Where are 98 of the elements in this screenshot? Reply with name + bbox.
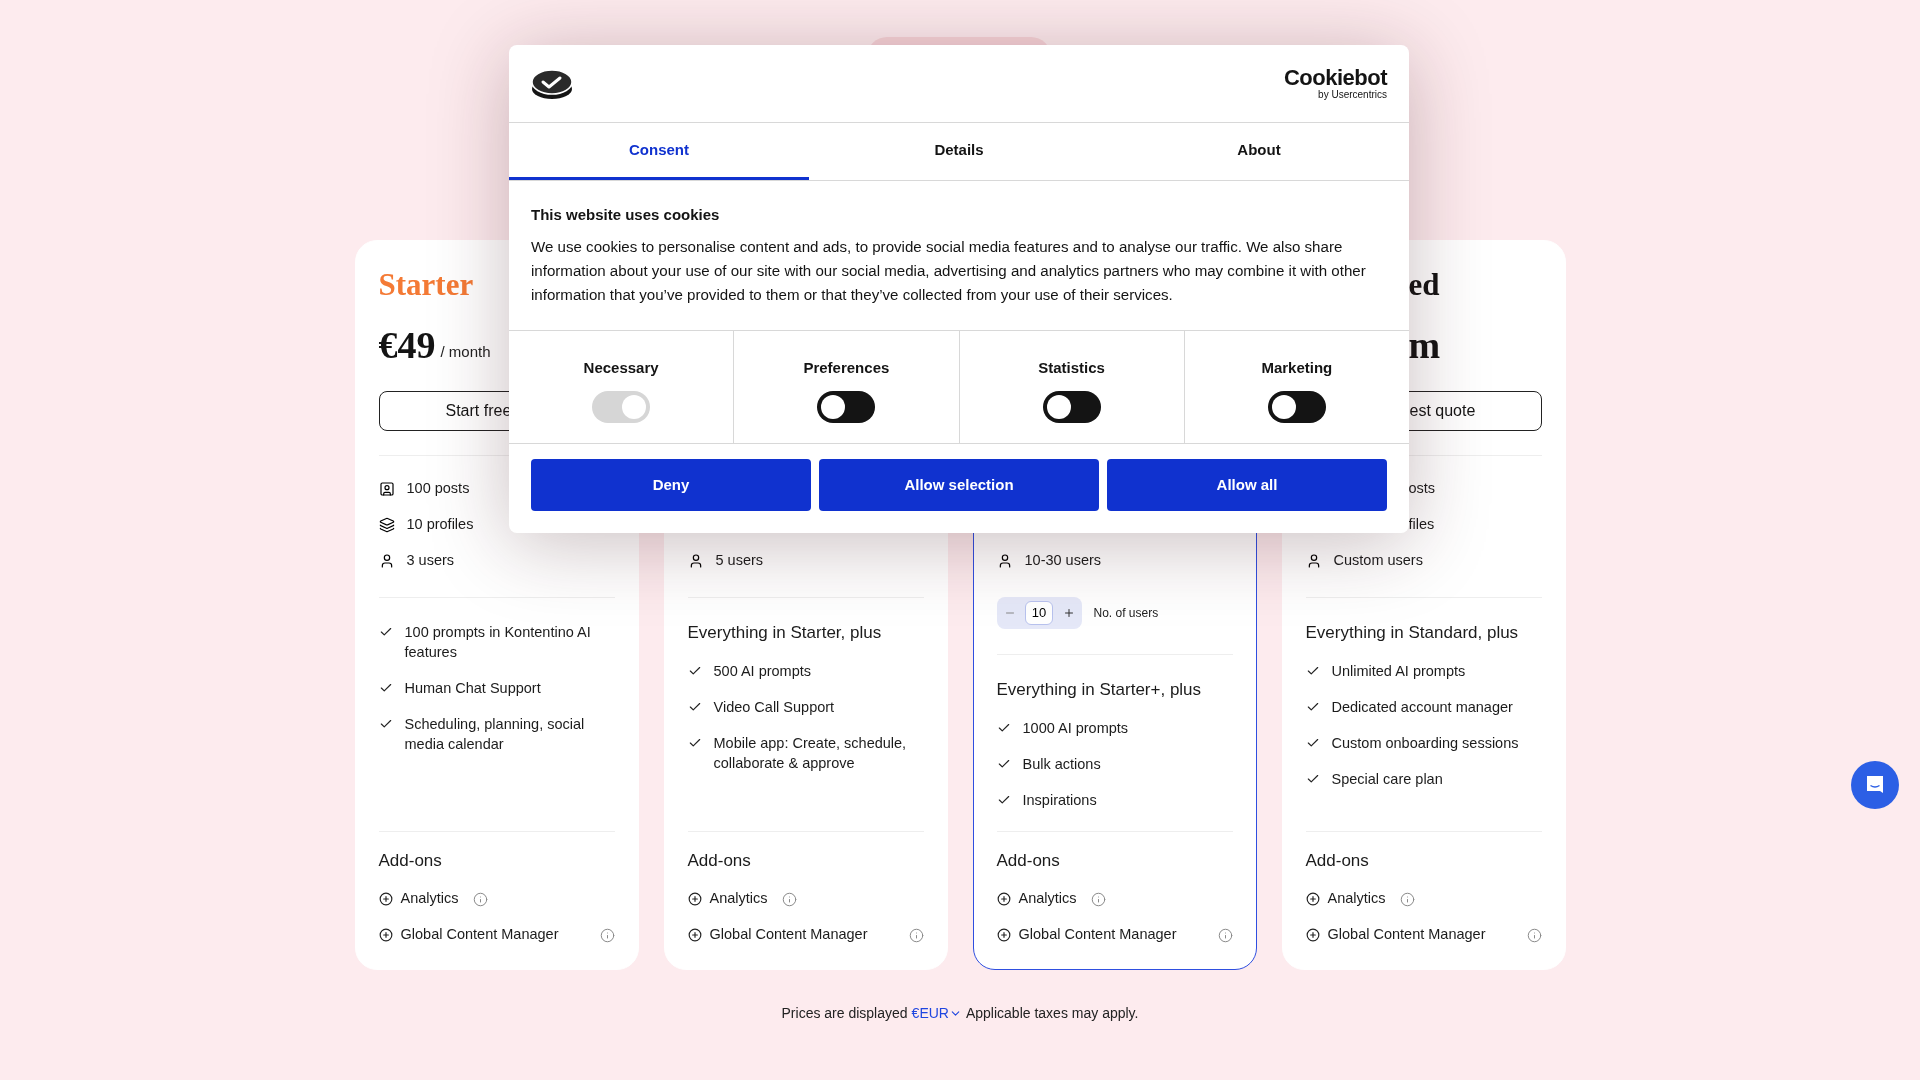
addon-label: Analytics xyxy=(1018,889,1077,909)
included-heading: Everything in Standard, plus xyxy=(1305,622,1520,644)
plus-circle-icon[interactable] xyxy=(378,892,393,906)
info-icon[interactable] xyxy=(781,891,797,907)
chat-icon xyxy=(1864,774,1886,796)
addon-label: Global Content Manager xyxy=(1018,925,1177,945)
info-icon[interactable] xyxy=(1526,927,1542,943)
toggle-label: Marketing xyxy=(1261,358,1333,377)
feature-text: Dedicated account manager xyxy=(1331,698,1513,717)
plus-circle-icon[interactable] xyxy=(687,892,702,906)
toggle-switch[interactable] xyxy=(1267,391,1326,423)
feature-text: Inspirations xyxy=(1022,791,1097,810)
check-icon xyxy=(687,736,702,750)
plus-icon[interactable] xyxy=(1062,607,1075,619)
stepper-label: No. of users xyxy=(1093,605,1159,622)
check-icon xyxy=(378,625,393,639)
feature-text: Human Chat Support xyxy=(404,679,541,698)
plan-title: Starter xyxy=(378,265,474,304)
toggle-label: Necessary xyxy=(583,358,659,377)
info-icon[interactable] xyxy=(472,891,488,907)
chat-launcher[interactable] xyxy=(1851,761,1899,809)
addon-label: Global Content Manager xyxy=(709,925,868,945)
feature-text: Bulk actions xyxy=(1022,755,1101,774)
feature-text: Custom onboarding sessions xyxy=(1331,734,1519,753)
plan-price: €49 xyxy=(378,323,436,367)
check-icon xyxy=(1305,664,1320,678)
dialog-tab[interactable]: Details xyxy=(809,123,1109,180)
toggle-label: Statistics xyxy=(1038,358,1105,377)
info-icon[interactable] xyxy=(1399,891,1415,907)
check-icon xyxy=(1305,772,1320,786)
consent-button[interactable]: Deny xyxy=(531,459,811,511)
plan-limit: 10 profiles xyxy=(406,515,474,535)
currency-link[interactable]: €EUR xyxy=(911,1002,962,1024)
addon-label: Analytics xyxy=(709,889,768,909)
consent-button[interactable]: Allow all xyxy=(1107,459,1387,511)
plus-circle-icon[interactable] xyxy=(996,892,1011,906)
feature-text: Scheduling, planning, social media calendar xyxy=(404,715,586,754)
consent-button[interactable]: Allow selection xyxy=(819,459,1099,511)
included-heading: Everything in Starter+, plus xyxy=(996,679,1203,701)
plan-limit: 100 posts xyxy=(406,479,470,499)
toggle-label: Preferences xyxy=(803,358,890,377)
check-icon xyxy=(996,757,1011,771)
addons-heading: Add-ons xyxy=(378,850,443,872)
layers-icon xyxy=(378,517,395,533)
info-icon[interactable] xyxy=(599,927,615,943)
plus-circle-icon[interactable] xyxy=(1305,928,1320,942)
plan-limit: 3 users xyxy=(406,551,455,571)
dialog-tab[interactable]: Consent xyxy=(509,123,809,180)
user-stepper[interactable]: 10 xyxy=(996,597,1082,629)
brand-name: Cookiebot xyxy=(1283,67,1387,89)
addon-label: Analytics xyxy=(1327,889,1386,909)
check-icon xyxy=(687,700,702,714)
info-icon[interactable] xyxy=(908,927,924,943)
addons-heading: Add-ons xyxy=(996,850,1061,872)
user-card-icon xyxy=(378,481,395,497)
check-icon xyxy=(378,717,393,731)
plus-circle-icon[interactable] xyxy=(378,928,393,942)
dialog-title: This website uses cookies xyxy=(531,205,721,225)
plan-limit: osts xyxy=(1407,479,1436,499)
feature-text: 500 AI prompts xyxy=(713,662,812,681)
footer-note: Applicable taxes may apply. xyxy=(965,1003,1139,1023)
dialog-text: We use cookies to personalise content and ads, to provide social media features and to analyse our traffic. We also share information about your use of our site with our social media, advertising and analytics partners who may combine it with other information that you’ve provided to them or that they’ve collected from your use of their services. xyxy=(531,237,1367,305)
feature-text: Mobile app: Create, schedule, collaborate & approve xyxy=(713,734,908,773)
check-icon xyxy=(378,681,393,695)
feature-text: 1000 AI prompts xyxy=(1022,719,1129,738)
plan-price: m xyxy=(1408,323,1441,367)
dialog-tab[interactable]: About xyxy=(1109,123,1409,180)
plan-limit: Custom users xyxy=(1333,551,1423,571)
addon-label: Analytics xyxy=(400,889,459,909)
price-period: / month xyxy=(440,341,491,362)
plan-limit: 10-30 users xyxy=(1024,551,1102,571)
feature-text: Video Call Support xyxy=(713,698,835,717)
addon-label: Global Content Manager xyxy=(1327,925,1486,945)
plan-title: ed xyxy=(1408,265,1440,304)
plus-circle-icon[interactable] xyxy=(1305,892,1320,906)
footer-note: Prices are displayed xyxy=(781,1003,908,1023)
included-heading: Everything in Starter, plus xyxy=(687,622,883,644)
check-icon xyxy=(996,721,1011,735)
plus-circle-icon[interactable] xyxy=(996,928,1011,942)
user-count-field[interactable]: 10 xyxy=(1025,601,1053,625)
toggle-switch[interactable] xyxy=(817,391,876,423)
check-icon xyxy=(1305,736,1320,750)
plus-circle-icon[interactable] xyxy=(687,928,702,942)
feature-text: 100 prompts in Kontentino AI features xyxy=(404,623,592,662)
info-icon[interactable] xyxy=(1090,891,1106,907)
plan-limit: files xyxy=(1407,515,1435,535)
addons-heading: Add-ons xyxy=(687,850,752,872)
feature-text: Unlimited AI prompts xyxy=(1331,662,1466,681)
brand-subtitle: by Usercentrics xyxy=(1318,90,1387,100)
toggle-switch[interactable] xyxy=(1042,391,1101,423)
info-icon[interactable] xyxy=(1217,927,1233,943)
check-icon xyxy=(996,793,1011,807)
addon-label: Global Content Manager xyxy=(400,925,559,945)
check-icon xyxy=(687,664,702,678)
plan-limit: 5 users xyxy=(715,551,764,571)
addons-heading: Add-ons xyxy=(1305,850,1370,872)
feature-text: Special care plan xyxy=(1331,770,1443,789)
check-icon xyxy=(1305,700,1320,714)
